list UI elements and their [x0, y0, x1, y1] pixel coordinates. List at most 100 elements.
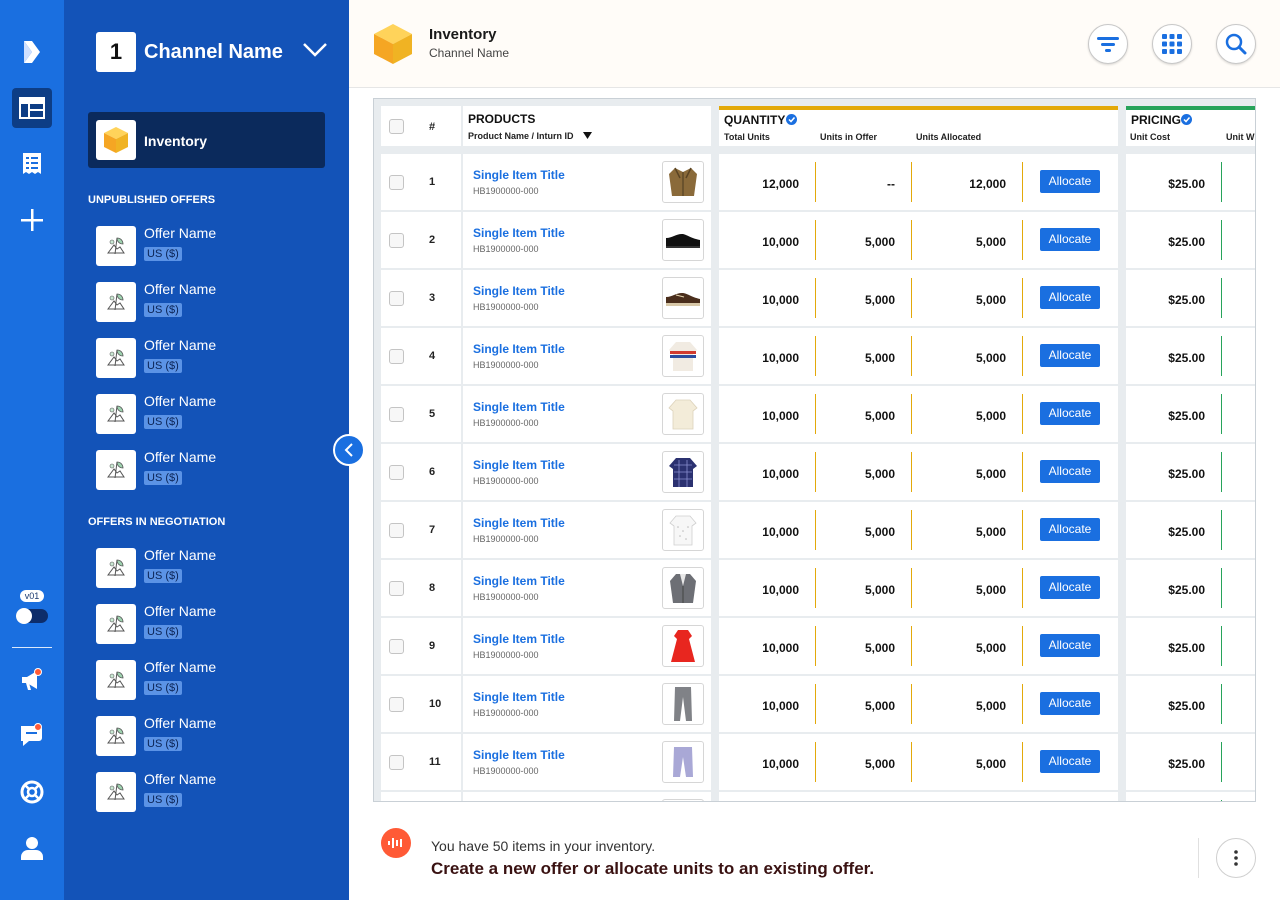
filter-button[interactable]	[1088, 24, 1128, 64]
message-line-1: You have 50 items in your inventory.	[431, 838, 656, 854]
dashboard-icon[interactable]	[12, 88, 52, 128]
offer-item[interactable]: Offer Name US ($)	[96, 448, 316, 492]
product-image[interactable]	[662, 335, 704, 377]
row-select-cell: 11	[381, 734, 461, 790]
total-units-value: 10,000	[762, 351, 799, 365]
offer-item[interactable]: Offer Name US ($)	[96, 658, 316, 702]
product-title-link[interactable]: Single Item Title	[473, 342, 565, 356]
offer-item[interactable]: Offer Name US ($)	[96, 336, 316, 380]
total-units-value: 10,000	[762, 467, 799, 481]
offer-item[interactable]: Offer Name US ($)	[96, 224, 316, 268]
product-title-link[interactable]: Single Item Title	[473, 690, 565, 704]
row-checkbox[interactable]	[389, 233, 404, 248]
offer-item[interactable]: Offer Name US ($)	[96, 770, 316, 814]
offer-item[interactable]: Offer Name US ($)	[96, 602, 316, 646]
allocate-button[interactable]: Allocate	[1040, 750, 1100, 773]
user-profile-icon[interactable]	[12, 828, 52, 868]
voice-assistant-icon[interactable]	[381, 828, 411, 858]
product-cell: Single Item Title HB1900000-000	[463, 502, 711, 558]
product-title-link[interactable]: Single Item Title	[473, 574, 565, 588]
collapse-sidebar-button[interactable]	[333, 434, 365, 466]
allocate-button[interactable]: Allocate	[1040, 460, 1100, 483]
help-lifebuoy-icon[interactable]	[12, 772, 52, 812]
offer-item[interactable]: Offer Name US ($)	[96, 392, 316, 436]
row-checkbox[interactable]	[389, 639, 404, 654]
allocate-button[interactable]: Allocate	[1040, 402, 1100, 425]
chat-icon[interactable]	[12, 716, 52, 756]
verified-check-icon	[1181, 114, 1192, 125]
version-toggle[interactable]	[16, 608, 48, 624]
verified-check-icon	[786, 114, 797, 125]
allocate-button[interactable]: Allocate	[1040, 228, 1100, 251]
allocate-button[interactable]: Allocate	[1040, 576, 1100, 599]
add-icon[interactable]	[12, 200, 52, 240]
unit-cost-value: $25.00	[1168, 235, 1205, 249]
sidebar-item-inventory[interactable]: Inventory	[88, 112, 325, 168]
product-image[interactable]	[662, 219, 704, 261]
inventory-table[interactable]: # PRODUCTS Product Name / Inturn ID QUAN…	[373, 98, 1256, 802]
row-checkbox[interactable]	[389, 697, 404, 712]
row-checkbox[interactable]	[389, 523, 404, 538]
logo-icon[interactable]	[12, 32, 52, 72]
allocate-button[interactable]: Allocate	[1040, 634, 1100, 657]
row-select-cell: 2	[381, 212, 461, 268]
quantity-cell: 10,000 5,000 5,000 Allocate	[719, 618, 1118, 674]
row-checkbox[interactable]	[389, 349, 404, 364]
products-sort-label[interactable]: Product Name / Inturn ID	[468, 131, 574, 141]
receipt-icon[interactable]	[12, 144, 52, 184]
product-image[interactable]	[662, 683, 704, 725]
products-header-label: PRODUCTS	[468, 112, 536, 126]
product-image[interactable]	[662, 277, 704, 319]
quantity-column-header: QUANTITY Total Units Units in Offer Unit…	[719, 106, 1118, 146]
product-image[interactable]	[662, 625, 704, 667]
unit-cost-value: $25.00	[1168, 699, 1205, 713]
product-title-link[interactable]: Single Item Title	[473, 458, 565, 472]
product-image	[662, 799, 704, 801]
offer-item[interactable]: Offer Name US ($)	[96, 280, 316, 324]
sort-down-icon	[583, 132, 592, 139]
product-image[interactable]	[662, 567, 704, 609]
product-title-link[interactable]: Single Item Title	[473, 400, 565, 414]
row-select-cell: 4	[381, 328, 461, 384]
select-all-checkbox[interactable]	[389, 119, 404, 134]
unit-cost-value: $25.00	[1168, 525, 1205, 539]
offer-item[interactable]: Offer Name US ($)	[96, 546, 316, 590]
offer-currency-badge: US ($)	[144, 569, 182, 583]
product-image[interactable]	[662, 393, 704, 435]
product-image[interactable]	[662, 161, 704, 203]
product-title-link[interactable]: Single Item Title	[473, 284, 565, 298]
rail-divider	[12, 647, 52, 648]
more-options-button[interactable]	[1216, 838, 1256, 878]
allocate-button[interactable]: Allocate	[1040, 170, 1100, 193]
row-checkbox[interactable]	[389, 291, 404, 306]
grid-view-button[interactable]	[1152, 24, 1192, 64]
offer-name: Offer Name	[144, 659, 217, 675]
product-title-link[interactable]: Single Item Title	[473, 632, 565, 646]
channel-name[interactable]: Channel Name	[144, 41, 283, 64]
product-image[interactable]	[662, 509, 704, 551]
row-checkbox[interactable]	[389, 465, 404, 480]
offer-item[interactable]: Offer Name US ($)	[96, 714, 316, 758]
row-number: 8	[429, 582, 436, 594]
chevron-down-icon[interactable]	[302, 42, 328, 63]
product-title-link[interactable]: Single Item Title	[473, 226, 565, 240]
product-cell: Single Item Title HB1900000-000	[463, 328, 711, 384]
search-button[interactable]	[1216, 24, 1256, 64]
row-checkbox[interactable]	[389, 581, 404, 596]
row-checkbox[interactable]	[389, 755, 404, 770]
product-title-link[interactable]: Single Item Title	[473, 516, 565, 530]
product-image[interactable]	[662, 741, 704, 783]
allocate-button[interactable]: Allocate	[1040, 344, 1100, 367]
pricing-cell: $25.00	[1126, 618, 1255, 674]
announcements-icon[interactable]	[12, 660, 52, 700]
product-title-link[interactable]: Single Item Title	[473, 168, 565, 182]
product-image[interactable]	[662, 451, 704, 493]
product-title-link[interactable]: Single Item Title	[473, 748, 565, 762]
row-checkbox[interactable]	[389, 175, 404, 190]
product-id: HB1900000-000	[473, 186, 539, 196]
row-checkbox[interactable]	[389, 407, 404, 422]
allocate-button[interactable]: Allocate	[1040, 518, 1100, 541]
row-number: 11	[429, 756, 441, 768]
allocate-button[interactable]: Allocate	[1040, 286, 1100, 309]
allocate-button[interactable]: Allocate	[1040, 692, 1100, 715]
